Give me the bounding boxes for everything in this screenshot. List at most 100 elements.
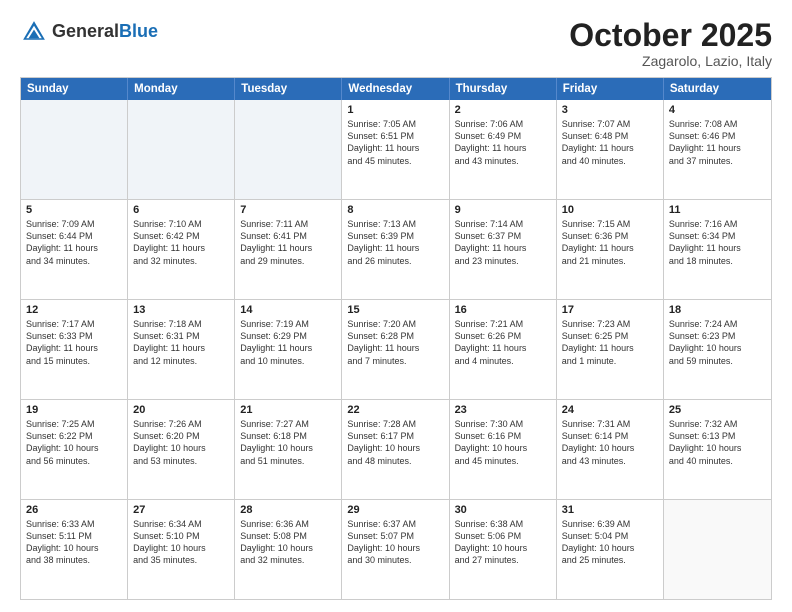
day-info: Sunrise: 7:19 AM Sunset: 6:29 PM Dayligh… bbox=[240, 318, 336, 367]
day-info: Sunrise: 7:27 AM Sunset: 6:18 PM Dayligh… bbox=[240, 418, 336, 467]
day-info: Sunrise: 7:28 AM Sunset: 6:17 PM Dayligh… bbox=[347, 418, 443, 467]
day-info: Sunrise: 7:21 AM Sunset: 6:26 PM Dayligh… bbox=[455, 318, 551, 367]
day-cell-18: 18Sunrise: 7:24 AM Sunset: 6:23 PM Dayli… bbox=[664, 300, 771, 399]
day-number: 5 bbox=[26, 204, 122, 216]
weekday-header-sunday: Sunday bbox=[21, 78, 128, 100]
day-info: Sunrise: 7:09 AM Sunset: 6:44 PM Dayligh… bbox=[26, 218, 122, 267]
day-number: 11 bbox=[669, 204, 766, 216]
day-info: Sunrise: 7:16 AM Sunset: 6:34 PM Dayligh… bbox=[669, 218, 766, 267]
day-info: Sunrise: 6:38 AM Sunset: 5:06 PM Dayligh… bbox=[455, 518, 551, 567]
day-info: Sunrise: 6:33 AM Sunset: 5:11 PM Dayligh… bbox=[26, 518, 122, 567]
day-cell-9: 9Sunrise: 7:14 AM Sunset: 6:37 PM Daylig… bbox=[450, 200, 557, 299]
day-cell-10: 10 Sunrise: 7:15 AM Sunset: 6:36 PM Dayli… bbox=[557, 200, 664, 299]
day-info: Sunrise: 7:15 AM Sunset: 6:36 PM Dayligh… bbox=[562, 218, 658, 267]
day-number: 25 bbox=[669, 404, 766, 416]
calendar-row-3: 19Sunrise: 7:25 AM Sunset: 6:22 PM Dayli… bbox=[21, 399, 771, 499]
day-cell-7: 7Sunrise: 7:11 AM Sunset: 6:41 PM Daylig… bbox=[235, 200, 342, 299]
day-cell-14: 14 Sunrise: 7:19 AM Sunset: 6:29 PM Dayli… bbox=[235, 300, 342, 399]
day-number: 8 bbox=[347, 204, 443, 216]
day-number: 10 bbox=[562, 204, 658, 216]
day-cell-5: 5 Sunrise: 7:09 AM Sunset: 6:44 PM Daylig… bbox=[21, 200, 128, 299]
title-block: October 2025 Zagarolo, Lazio, Italy bbox=[569, 18, 772, 69]
page: GeneralBlue October 2025 Zagarolo, Lazio… bbox=[0, 0, 792, 612]
day-number: 24 bbox=[562, 404, 658, 416]
day-cell-21: 21 Sunrise: 7:27 AM Sunset: 6:18 PM Dayli… bbox=[235, 400, 342, 499]
month-title: October 2025 bbox=[569, 18, 772, 53]
day-cell-17: 17 Sunrise: 7:23 AM Sunset: 6:25 PM Dayli… bbox=[557, 300, 664, 399]
day-number: 1 bbox=[347, 104, 443, 116]
day-cell-15: 15 Sunrise: 7:20 AM Sunset: 6:28 PM Dayli… bbox=[342, 300, 449, 399]
day-number: 17 bbox=[562, 304, 658, 316]
day-number: 9 bbox=[455, 204, 551, 216]
day-cell-13: 13Sunrise: 7:18 AM Sunset: 6:31 PM Dayli… bbox=[128, 300, 235, 399]
day-info: Sunrise: 6:34 AM Sunset: 5:10 PM Dayligh… bbox=[133, 518, 229, 567]
day-cell-24: 24 Sunrise: 7:31 AM Sunset: 6:14 PM Dayli… bbox=[557, 400, 664, 499]
day-cell-20: 20 Sunrise: 7:26 AM Sunset: 6:20 PM Dayli… bbox=[128, 400, 235, 499]
day-cell-4: 4 Sunrise: 7:08 AM Sunset: 6:46 PM Daylig… bbox=[664, 100, 771, 199]
day-info: Sunrise: 7:30 AM Sunset: 6:16 PM Dayligh… bbox=[455, 418, 551, 467]
day-info: Sunrise: 7:10 AM Sunset: 6:42 PM Dayligh… bbox=[133, 218, 229, 267]
day-number: 2 bbox=[455, 104, 551, 116]
day-cell-23: 23 Sunrise: 7:30 AM Sunset: 6:16 PM Dayli… bbox=[450, 400, 557, 499]
day-number: 16 bbox=[455, 304, 551, 316]
day-number: 26 bbox=[26, 504, 122, 516]
location: Zagarolo, Lazio, Italy bbox=[569, 53, 772, 69]
day-cell-6: 6 Sunrise: 7:10 AM Sunset: 6:42 PM Daylig… bbox=[128, 200, 235, 299]
day-cell-3: 3Sunrise: 7:07 AM Sunset: 6:48 PM Daylig… bbox=[557, 100, 664, 199]
day-cell-26: 26 Sunrise: 6:33 AM Sunset: 5:11 PM Dayli… bbox=[21, 500, 128, 599]
calendar-row-4: 26 Sunrise: 6:33 AM Sunset: 5:11 PM Dayli… bbox=[21, 499, 771, 599]
day-number: 15 bbox=[347, 304, 443, 316]
day-number: 6 bbox=[133, 204, 229, 216]
day-info: Sunrise: 7:13 AM Sunset: 6:39 PM Dayligh… bbox=[347, 218, 443, 267]
logo-text: GeneralBlue bbox=[52, 22, 158, 42]
day-info: Sunrise: 7:05 AM Sunset: 6:51 PM Dayligh… bbox=[347, 118, 443, 167]
day-cell-31: 31 Sunrise: 6:39 AM Sunset: 5:04 PM Dayli… bbox=[557, 500, 664, 599]
calendar-row-1: 5 Sunrise: 7:09 AM Sunset: 6:44 PM Daylig… bbox=[21, 199, 771, 299]
day-cell-8: 8 Sunrise: 7:13 AM Sunset: 6:39 PM Daylig… bbox=[342, 200, 449, 299]
day-cell-25: 25Sunrise: 7:32 AM Sunset: 6:13 PM Dayli… bbox=[664, 400, 771, 499]
day-cell-2: 2 Sunrise: 7:06 AM Sunset: 6:49 PM Daylig… bbox=[450, 100, 557, 199]
day-number: 21 bbox=[240, 404, 336, 416]
day-cell-22: 22Sunrise: 7:28 AM Sunset: 6:17 PM Dayli… bbox=[342, 400, 449, 499]
day-cell-12: 12Sunrise: 7:17 AM Sunset: 6:33 PM Dayli… bbox=[21, 300, 128, 399]
logo-blue-text: Blue bbox=[119, 21, 158, 41]
day-cell-27: 27 Sunrise: 6:34 AM Sunset: 5:10 PM Dayli… bbox=[128, 500, 235, 599]
day-info: Sunrise: 7:17 AM Sunset: 6:33 PM Dayligh… bbox=[26, 318, 122, 367]
empty-cell bbox=[21, 100, 128, 199]
calendar: SundayMondayTuesdayWednesdayThursdayFrid… bbox=[20, 77, 772, 600]
day-cell-30: 30 Sunrise: 6:38 AM Sunset: 5:06 PM Dayli… bbox=[450, 500, 557, 599]
day-number: 18 bbox=[669, 304, 766, 316]
header: GeneralBlue October 2025 Zagarolo, Lazio… bbox=[20, 18, 772, 69]
empty-cell bbox=[235, 100, 342, 199]
day-number: 29 bbox=[347, 504, 443, 516]
day-number: 31 bbox=[562, 504, 658, 516]
day-cell-28: 28Sunrise: 6:36 AM Sunset: 5:08 PM Dayli… bbox=[235, 500, 342, 599]
calendar-row-0: 1 Sunrise: 7:05 AM Sunset: 6:51 PM Daylig… bbox=[21, 100, 771, 199]
day-info: Sunrise: 7:31 AM Sunset: 6:14 PM Dayligh… bbox=[562, 418, 658, 467]
day-info: Sunrise: 7:25 AM Sunset: 6:22 PM Dayligh… bbox=[26, 418, 122, 467]
day-number: 4 bbox=[669, 104, 766, 116]
day-number: 30 bbox=[455, 504, 551, 516]
day-number: 14 bbox=[240, 304, 336, 316]
logo-icon bbox=[20, 18, 48, 46]
day-info: Sunrise: 6:39 AM Sunset: 5:04 PM Dayligh… bbox=[562, 518, 658, 567]
weekday-header-saturday: Saturday bbox=[664, 78, 771, 100]
day-number: 7 bbox=[240, 204, 336, 216]
day-number: 28 bbox=[240, 504, 336, 516]
day-number: 20 bbox=[133, 404, 229, 416]
day-cell-1: 1 Sunrise: 7:05 AM Sunset: 6:51 PM Daylig… bbox=[342, 100, 449, 199]
weekday-header-tuesday: Tuesday bbox=[235, 78, 342, 100]
calendar-body: 1 Sunrise: 7:05 AM Sunset: 6:51 PM Daylig… bbox=[21, 100, 771, 599]
empty-cell bbox=[664, 500, 771, 599]
weekday-header-wednesday: Wednesday bbox=[342, 78, 449, 100]
day-number: 3 bbox=[562, 104, 658, 116]
day-info: Sunrise: 7:20 AM Sunset: 6:28 PM Dayligh… bbox=[347, 318, 443, 367]
weekday-header-friday: Friday bbox=[557, 78, 664, 100]
day-info: Sunrise: 7:26 AM Sunset: 6:20 PM Dayligh… bbox=[133, 418, 229, 467]
logo: GeneralBlue bbox=[20, 18, 158, 46]
day-info: Sunrise: 7:06 AM Sunset: 6:49 PM Dayligh… bbox=[455, 118, 551, 167]
day-info: Sunrise: 7:08 AM Sunset: 6:46 PM Dayligh… bbox=[669, 118, 766, 167]
day-number: 23 bbox=[455, 404, 551, 416]
day-info: Sunrise: 7:23 AM Sunset: 6:25 PM Dayligh… bbox=[562, 318, 658, 367]
day-number: 27 bbox=[133, 504, 229, 516]
